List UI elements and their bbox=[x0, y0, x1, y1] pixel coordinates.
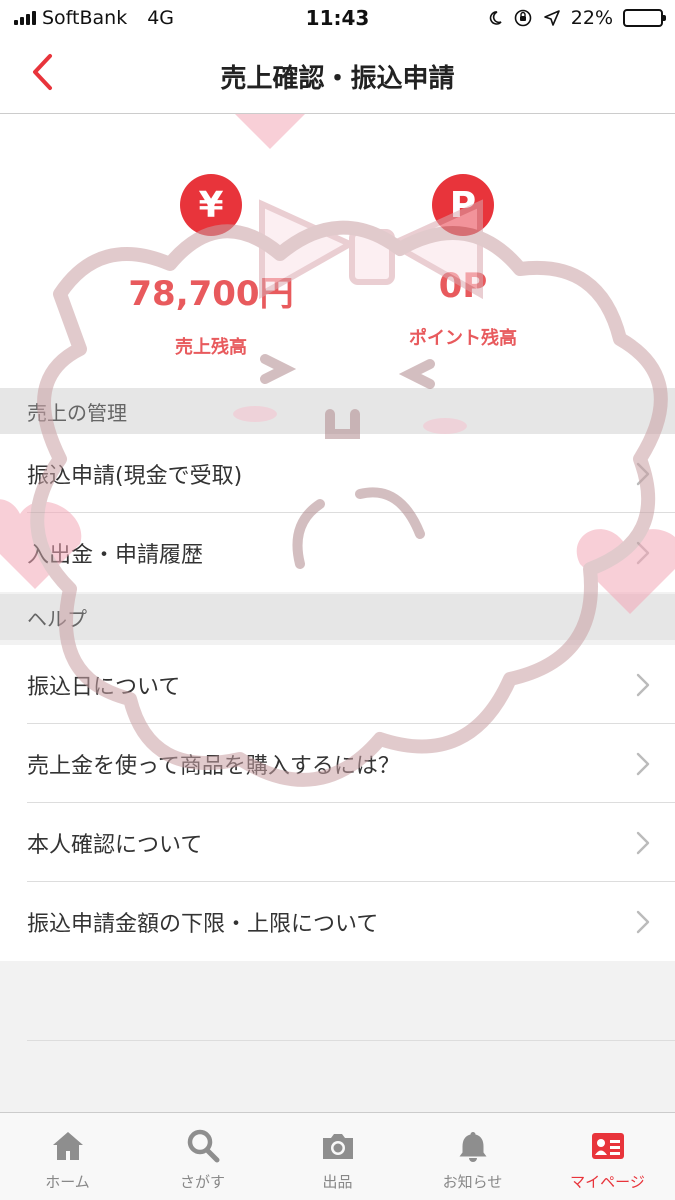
home-icon bbox=[52, 1132, 83, 1160]
tab-sell[interactable]: 出品 bbox=[270, 1113, 405, 1200]
camera-icon bbox=[322, 1134, 353, 1159]
help-item-transfer-limits[interactable]: 振込申請金額の下限・上限について bbox=[0, 882, 675, 961]
chevron-right-icon bbox=[636, 541, 650, 565]
status-right: 22% bbox=[487, 7, 666, 29]
help-item-transfer-date[interactable]: 振込日について bbox=[0, 645, 675, 724]
sales-balance-amount: 78,700円 bbox=[128, 274, 294, 314]
tab-label: マイページ bbox=[570, 1173, 645, 1191]
chevron-right-icon bbox=[636, 462, 650, 486]
tab-notifications[interactable]: お知らせ bbox=[405, 1113, 540, 1200]
sales-balance-label: 売上残高 bbox=[175, 337, 247, 358]
carrier-name: SoftBank bbox=[42, 7, 128, 29]
transfer-request-item[interactable]: 振込申請(現金で受取) bbox=[0, 434, 675, 513]
list-item-label: 売上金を使って商品を購入するには？ bbox=[27, 753, 400, 779]
yen-icon: ¥ bbox=[180, 174, 242, 236]
point-balance: P 0P ポイント残高 bbox=[333, 174, 593, 350]
tab-bar: ホーム さがす 出品 お知らせ マイページ bbox=[0, 1112, 675, 1200]
sales-balance: ¥ 78,700円 売上残高 bbox=[81, 174, 341, 359]
list-item-label: 振込申請(現金で受取) bbox=[27, 463, 243, 489]
navigation-bar: 売上確認・振込申請 bbox=[0, 36, 675, 114]
tab-label: さがす bbox=[179, 1173, 225, 1191]
balance-summary: ¥ 78,700円 売上残高 P 0P ポイント残高 bbox=[0, 114, 675, 388]
help-item-use-sales-for-purchase[interactable]: 売上金を使って商品を購入するには？ bbox=[0, 724, 675, 803]
tab-label: ホーム bbox=[45, 1173, 90, 1191]
tab-search[interactable]: さがす bbox=[135, 1113, 270, 1200]
tab-label: 出品 bbox=[322, 1173, 353, 1191]
tab-mypage[interactable]: マイページ bbox=[540, 1113, 675, 1200]
list-item-label: 振込日について bbox=[27, 674, 181, 700]
tab-label: お知らせ bbox=[442, 1173, 503, 1191]
section-header-sales-management: 売上の管理 bbox=[0, 388, 675, 434]
points-icon: P bbox=[432, 174, 494, 236]
chevron-right-icon bbox=[636, 910, 650, 934]
transaction-history-item[interactable]: 入出金・申請履歴 bbox=[0, 513, 675, 592]
status-bar: SoftBank 4G 11:43 22% bbox=[0, 0, 675, 36]
help-item-identity-verification[interactable]: 本人確認について bbox=[0, 803, 675, 882]
location-arrow-icon bbox=[543, 10, 560, 26]
battery-icon bbox=[623, 9, 666, 27]
list-item-label: 本人確認について bbox=[27, 832, 203, 858]
section-header-help: ヘルプ bbox=[0, 594, 675, 640]
page-title: 売上確認・振込申請 bbox=[220, 64, 455, 94]
signal-strength-icon bbox=[14, 11, 36, 25]
point-balance-amount: 0P bbox=[438, 266, 488, 306]
profile-card-icon bbox=[591, 1133, 624, 1159]
chevron-right-icon bbox=[636, 673, 650, 697]
battery-percent: 22% bbox=[570, 7, 613, 29]
divider bbox=[27, 1040, 675, 1041]
list-item-label: 振込申請金額の下限・上限について bbox=[27, 911, 379, 937]
list-item-label: 入出金・申請履歴 bbox=[27, 542, 204, 568]
point-balance-label: ポイント残高 bbox=[409, 328, 517, 349]
status-left: SoftBank 4G bbox=[14, 7, 174, 29]
moon-icon bbox=[489, 11, 502, 25]
orientation-lock-icon bbox=[514, 9, 532, 27]
tab-home[interactable]: ホーム bbox=[0, 1113, 135, 1200]
bell-icon bbox=[459, 1132, 486, 1162]
network-type: 4G bbox=[147, 7, 175, 29]
chevron-right-icon bbox=[636, 831, 650, 855]
chevron-right-icon bbox=[636, 752, 650, 776]
search-icon bbox=[187, 1129, 219, 1163]
